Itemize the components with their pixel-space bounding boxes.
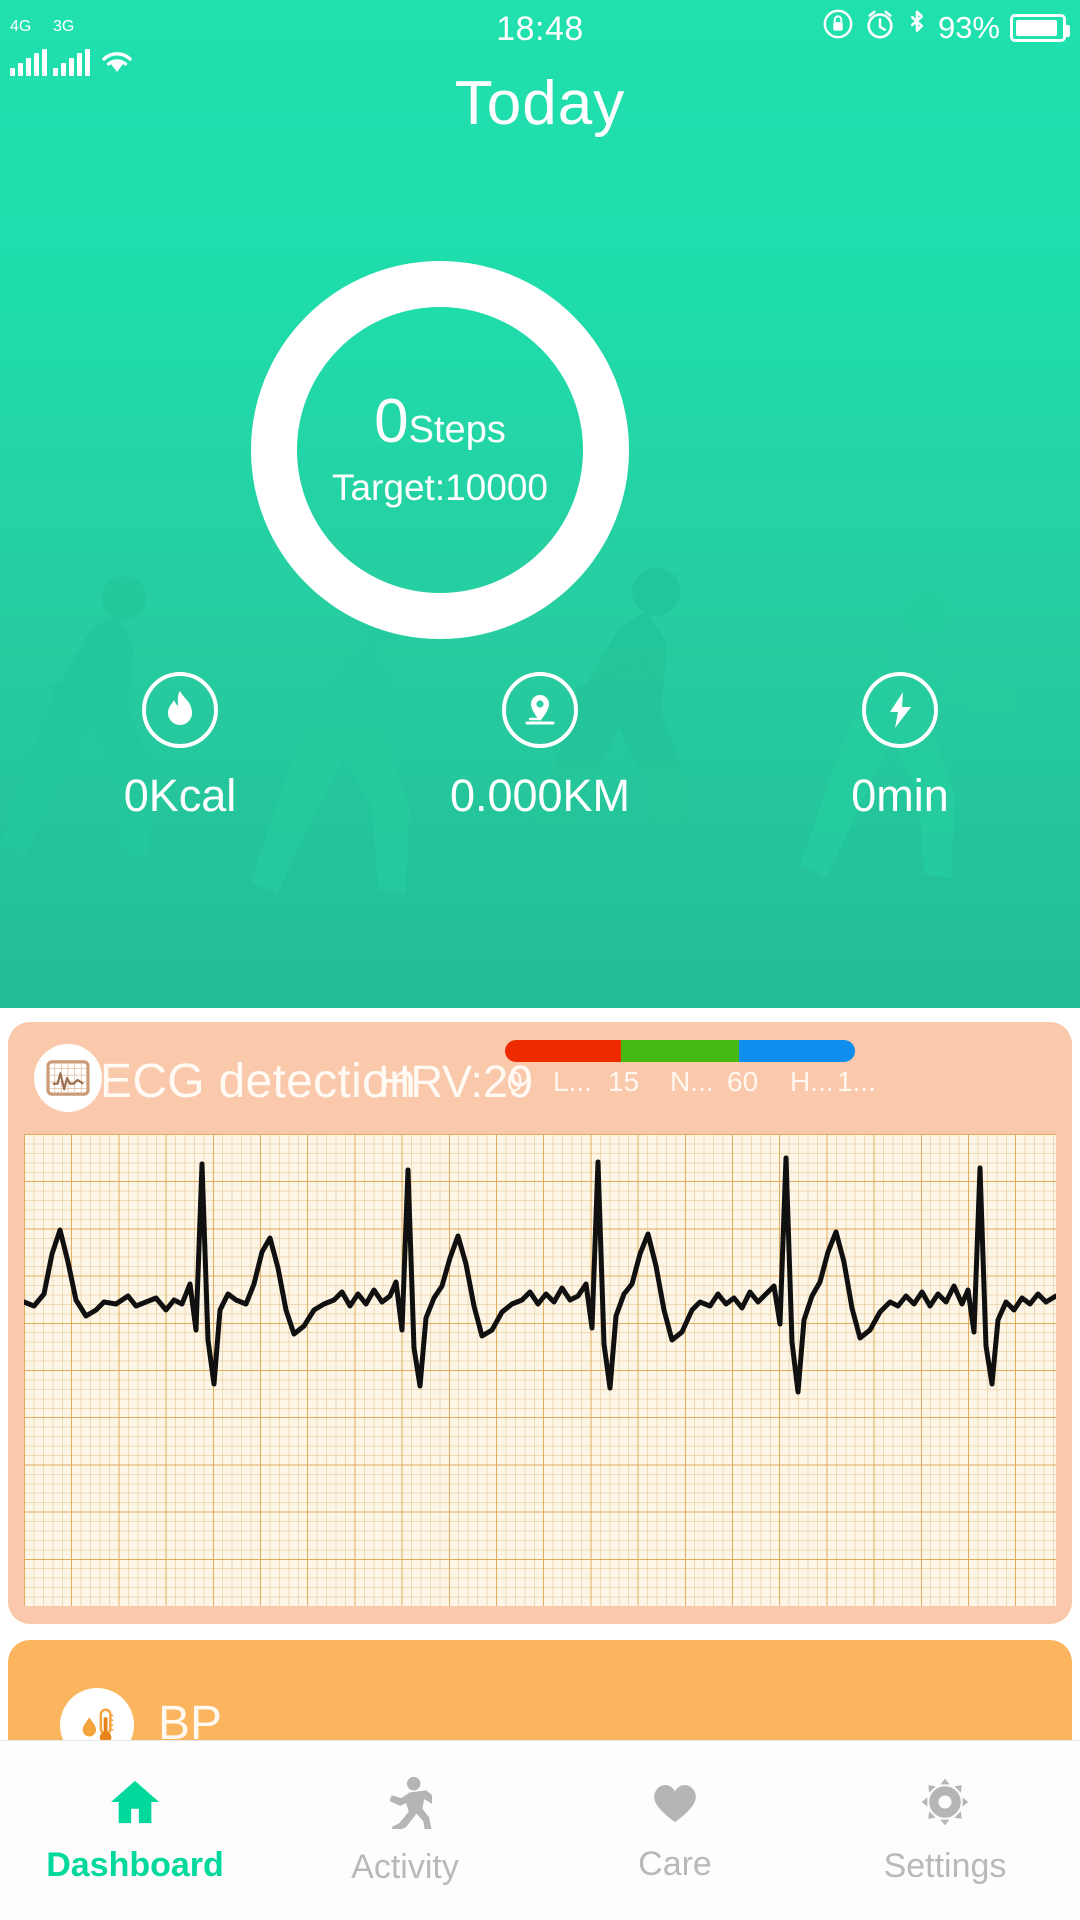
hrv-gauge-bar [505, 1040, 855, 1062]
running-icon [378, 1775, 440, 1834]
ecg-waveform-paper [24, 1134, 1056, 1606]
rotation-lock-icon [822, 8, 854, 48]
ecg-detection-card[interactable]: ECG detection HRV:29 0 L... 15 N... 60 H… [8, 1022, 1072, 1624]
tab-care[interactable]: Care [540, 1778, 810, 1884]
hrv-gauge-segment-normal [621, 1040, 739, 1062]
home-icon [108, 1777, 162, 1832]
stat-active-minutes-value: 0min [851, 770, 949, 821]
tab-dashboard[interactable]: Dashboard [0, 1777, 270, 1885]
ecg-waveform-chart [24, 1155, 1056, 1395]
status-bar: 4G 3G 18:48 93% [0, 0, 1080, 76]
hrv-tick-normal: N... [670, 1066, 714, 1097]
stat-calories-value: 0Kcal [123, 770, 237, 821]
dashboard-hero: 4G 3G 18:48 93% Today 0 Steps Target:100… [0, 0, 1080, 1008]
stat-calories[interactable]: 0Kcal [0, 672, 360, 852]
hrv-tick-15: 15 [608, 1066, 640, 1097]
battery-icon [1010, 14, 1070, 42]
ecg-trace-line [24, 1155, 1056, 1395]
battery-percent-label: 93% [937, 10, 1000, 45]
stat-active-minutes[interactable]: 0min [720, 672, 1080, 852]
tab-activity[interactable]: Activity [270, 1775, 540, 1887]
steps-readout: 0 Steps [374, 391, 506, 453]
tab-dashboard-label: Dashboard [46, 1845, 224, 1884]
ecg-card-title: ECG detection [100, 1055, 417, 1108]
bluetooth-icon [906, 8, 928, 48]
hrv-gauge-tick-labels: 0 L... 15 N... 60 H... 1... [505, 1066, 876, 1106]
steps-value: 0 [374, 387, 409, 456]
tab-care-label: Care [638, 1844, 712, 1883]
location-icon [502, 672, 578, 748]
hrv-tick-high: H... [790, 1066, 834, 1097]
status-bar-right: 93% [822, 8, 1070, 48]
tab-activity-label: Activity [351, 1847, 459, 1886]
bolt-icon [862, 672, 938, 748]
summary-stats-row: 0Kcal 0.000KM 0min [0, 672, 1080, 852]
hrv-tick-low: L... [553, 1066, 592, 1097]
app-root: 4G 3G 18:48 93% Today 0 Steps Target:100… [0, 0, 1080, 1920]
steps-target-label: Target:10000 [331, 467, 548, 508]
hrv-gauge-segment-high [738, 1040, 855, 1062]
hrv-gauge-segment-low [505, 1040, 622, 1062]
tab-settings-label: Settings [883, 1846, 1007, 1885]
ecg-card-header: ECG detection HRV:29 0 L... 15 N... 60 H… [8, 1022, 1072, 1134]
hrv-tick-0: 0 [507, 1066, 523, 1097]
flame-icon [142, 672, 218, 748]
step-ring-center: 0 Steps Target:10000 [250, 260, 630, 640]
ecg-monitor-icon [34, 1044, 102, 1112]
tab-settings[interactable]: Settings [810, 1776, 1080, 1886]
hrv-tick-max: 1... [837, 1066, 876, 1097]
heart-icon [648, 1778, 702, 1831]
page-title: Today [454, 69, 626, 138]
stat-distance-value: 0.000KM [449, 770, 631, 821]
hrv-tick-60: 60 [727, 1066, 759, 1097]
steps-unit-label: Steps [408, 409, 506, 451]
bottom-navigation: Dashboard Activity Care Settings [0, 1740, 1080, 1920]
alarm-icon [864, 8, 896, 48]
gear-icon [919, 1776, 971, 1833]
stat-distance[interactable]: 0.000KM [360, 672, 720, 852]
hrv-gauge: 0 L... 15 N... 60 H... 1... [505, 1040, 876, 1106]
